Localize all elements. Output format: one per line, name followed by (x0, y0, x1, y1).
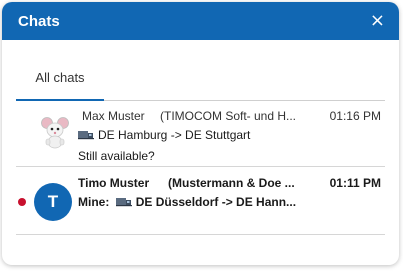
chat-time: 01:16 PM (329, 109, 381, 123)
chats-panel: Chats × All chats Max Muster (TIMOCOM So… (2, 2, 399, 265)
mouse-mascot-icon (41, 117, 69, 149)
company-name: (Mustermann & Doe ... (168, 176, 295, 190)
chats-header: Chats × (2, 2, 399, 40)
route-text: DE Hamburg -> DE Stuttgart (98, 128, 251, 142)
close-icon[interactable]: × (370, 12, 385, 30)
route-prefix: Mine: (78, 195, 110, 209)
contact-name: Max Muster (82, 109, 145, 123)
chat-header-line: Timo Muster (Mustermann & Doe ... 01:11 … (78, 176, 385, 190)
tab-all-chats[interactable]: All chats (16, 66, 104, 101)
truck-icon (78, 131, 94, 140)
truck-icon (115, 198, 132, 207)
avatar: T (34, 183, 72, 221)
unread-indicator (18, 198, 26, 206)
chat-list-item[interactable]: T Timo Muster (Mustermann & Doe ... 01:1… (16, 167, 385, 235)
tab-bar: All chats (16, 66, 385, 101)
chat-list-item[interactable]: Max Muster (TIMOCOM Soft- und H... 01:16… (16, 101, 385, 167)
header-title: Chats (18, 12, 60, 30)
company-name: (TIMOCOM Soft- und H... (160, 109, 297, 123)
route-text: DE Düsseldorf -> DE Hann... (135, 195, 297, 209)
chat-header-line: Max Muster (TIMOCOM Soft- und H... 01:16… (82, 109, 385, 123)
contact-name: Timo Muster (78, 176, 150, 190)
route-line: DE Hamburg -> DE Stuttgart (78, 128, 385, 142)
route-line: Mine: DE Düsseldorf -> DE Hann... (78, 195, 323, 209)
chat-time: 01:11 PM (329, 176, 381, 190)
last-message: Still available? (78, 149, 155, 163)
chat-list: Max Muster (TIMOCOM Soft- und H... 01:16… (16, 101, 385, 235)
